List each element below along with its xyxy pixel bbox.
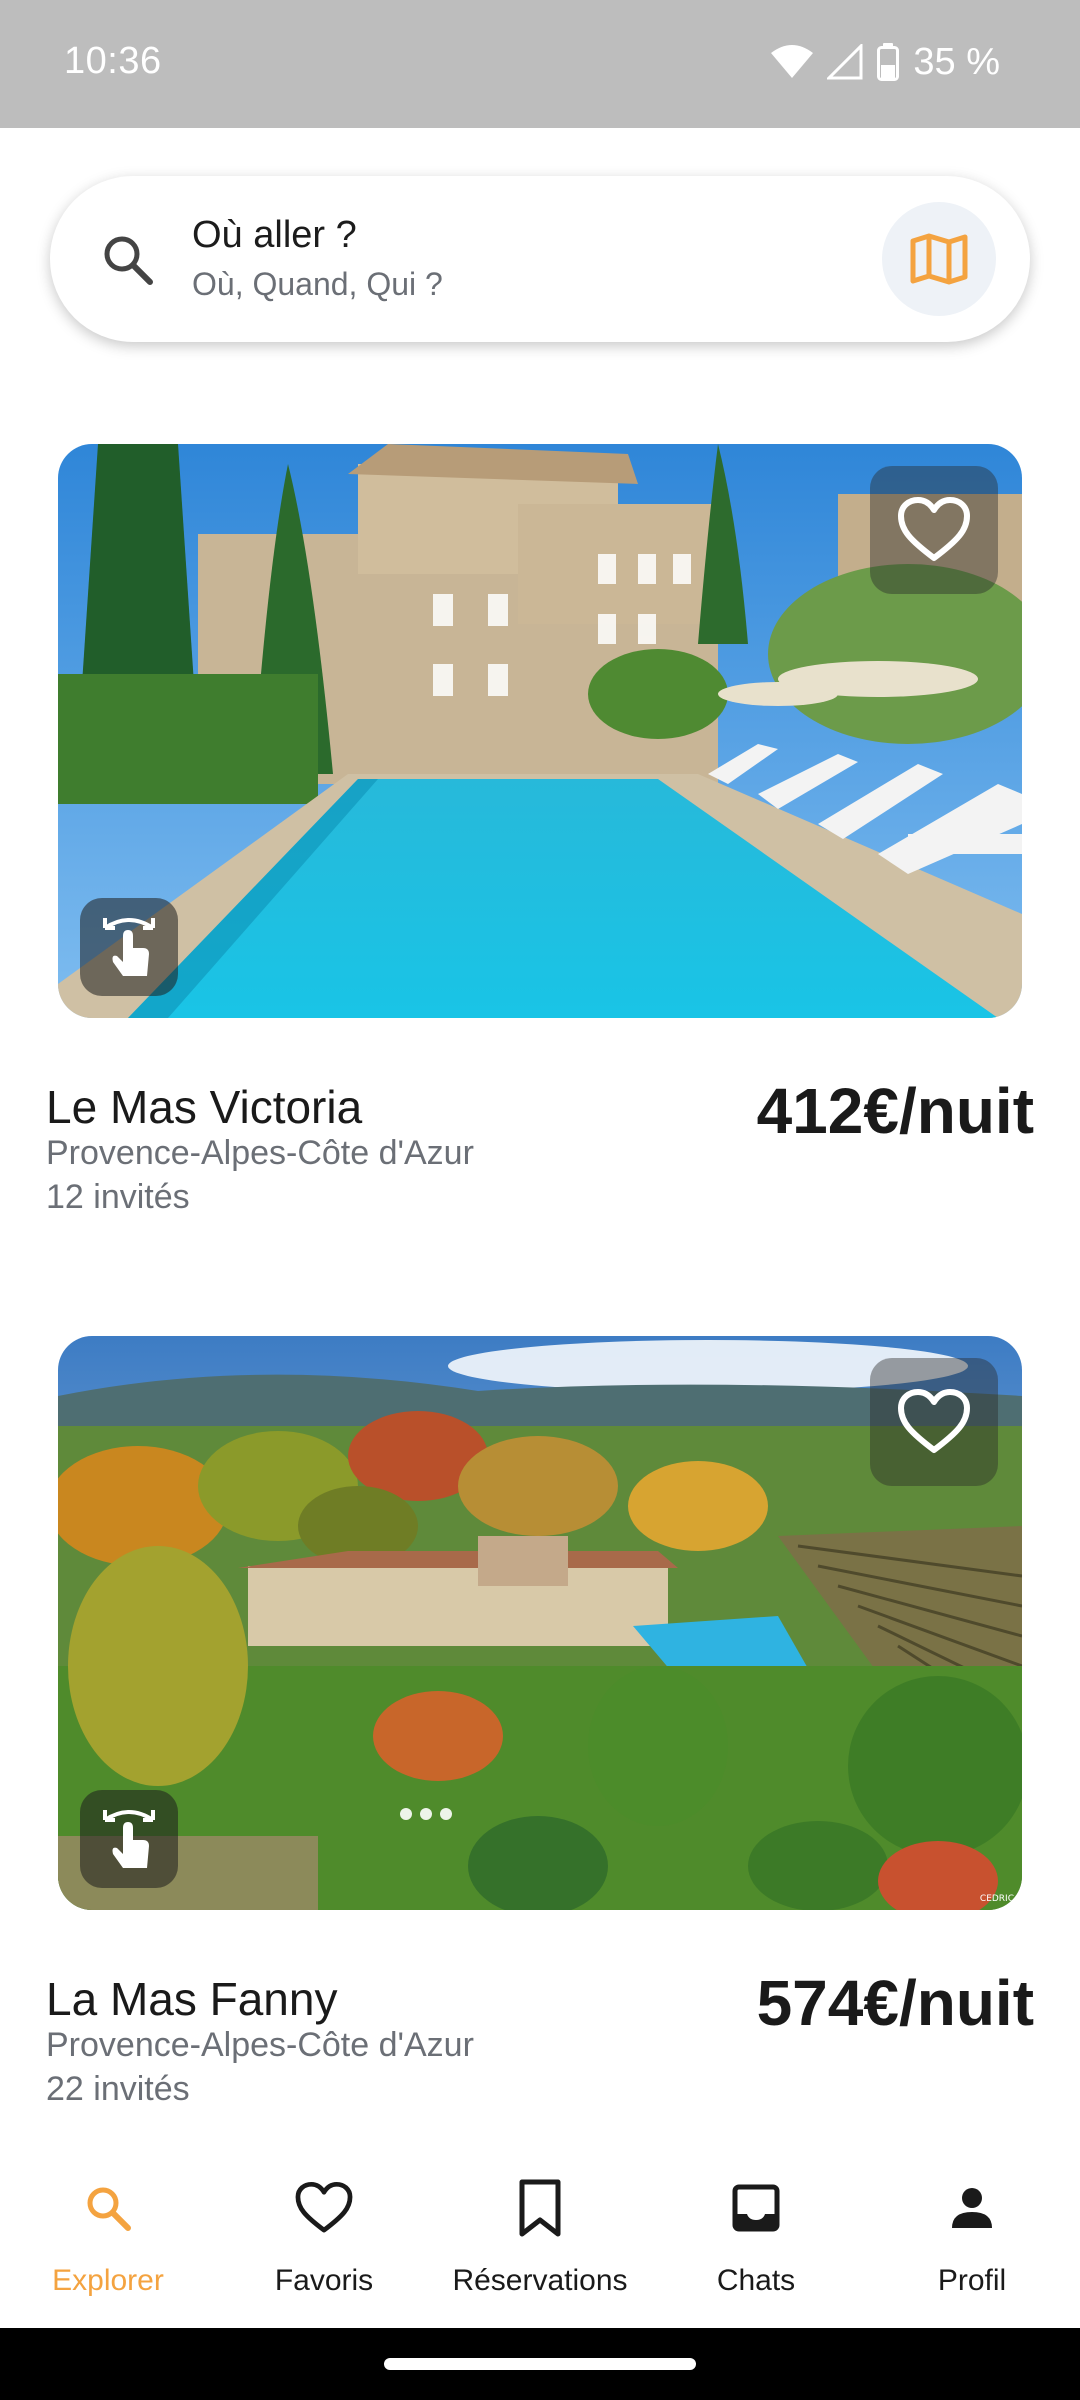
listing-name: La Mas Fanny	[46, 1973, 338, 2025]
map-icon	[910, 233, 968, 285]
search-icon	[87, 2187, 131, 2231]
swipe-hand-icon	[103, 1810, 155, 1868]
nav-label: Réservations	[452, 2264, 628, 2297]
nav-item-reservations[interactable]: Réservations	[432, 2148, 648, 2328]
battery-icon	[877, 43, 900, 81]
listing-price: 412€/nuit	[756, 1075, 1034, 1147]
search-bar[interactable]: Où aller ? Où, Quand, Qui ?	[50, 176, 1030, 342]
nav-item-profil[interactable]: Profil	[864, 2148, 1080, 2328]
bookmark-icon	[519, 2179, 561, 2237]
listing-name: Le Mas Victoria	[46, 1081, 363, 1133]
listing-card[interactable]: Le Mas Victoria Provence-Alpes-Côte d'Az…	[0, 444, 1080, 1244]
photo-credit: CEDRIC	[979, 1894, 1014, 1904]
search-subtitle: Où, Quand, Qui ?	[192, 266, 443, 302]
status-bar: 10:36 35 %	[0, 0, 1080, 128]
listing-guests: 22 invités	[46, 2070, 190, 2108]
nav-item-chats[interactable]: Chats	[648, 2148, 864, 2328]
listing-photo[interactable]	[58, 444, 1022, 1018]
listing-region: Provence-Alpes-Côte d'Azur	[46, 1134, 474, 1172]
bottom-navigation: Explorer Favoris Réservations Chats Prof…	[0, 2148, 1080, 2328]
nav-item-explorer[interactable]: Explorer	[0, 2148, 216, 2328]
swipe-gallery-button[interactable]	[80, 898, 178, 996]
cellular-signal-icon	[827, 44, 863, 80]
status-icons: 35 %	[771, 40, 1000, 84]
pagination-dot	[400, 1808, 412, 1820]
swipe-gallery-button[interactable]	[80, 1790, 178, 1888]
nav-label: Profil	[937, 2264, 1007, 2297]
heart-outline-icon	[898, 1389, 970, 1453]
search-icon	[104, 236, 153, 285]
nav-label: Chats	[716, 2264, 796, 2297]
status-time: 10:36	[64, 40, 162, 82]
nav-label: Favoris	[274, 2264, 374, 2297]
swipe-hand-icon	[103, 918, 155, 976]
inbox-icon	[732, 2184, 780, 2232]
photo-pagination-dots	[400, 1808, 452, 1820]
heart-outline-icon	[898, 497, 970, 561]
nav-item-favoris[interactable]: Favoris	[216, 2148, 432, 2328]
listing-guests: 12 invités	[46, 1178, 190, 1216]
listing-price: 574€/nuit	[756, 1967, 1034, 2039]
favorite-button[interactable]	[870, 1358, 998, 1486]
listing-photo[interactable]: CEDRIC	[58, 1336, 1022, 1910]
home-gesture-handle[interactable]	[384, 2358, 696, 2370]
heart-outline-icon	[295, 2181, 353, 2233]
map-button[interactable]	[882, 202, 996, 316]
battery-percentage: 35 %	[913, 40, 1000, 83]
listing-region: Provence-Alpes-Côte d'Azur	[46, 2026, 474, 2064]
pagination-dot	[420, 1808, 432, 1820]
listing-card[interactable]: CEDRIC La Mas Fanny Provence-Alpes-Côte …	[0, 1336, 1080, 2136]
favorite-button[interactable]	[870, 466, 998, 594]
nav-label: Explorer	[52, 2264, 164, 2297]
pagination-dot	[440, 1808, 452, 1820]
person-icon	[952, 2188, 992, 2228]
system-gesture-bar	[0, 2328, 1080, 2400]
search-title: Où aller ?	[192, 214, 357, 256]
wifi-icon	[771, 45, 814, 78]
